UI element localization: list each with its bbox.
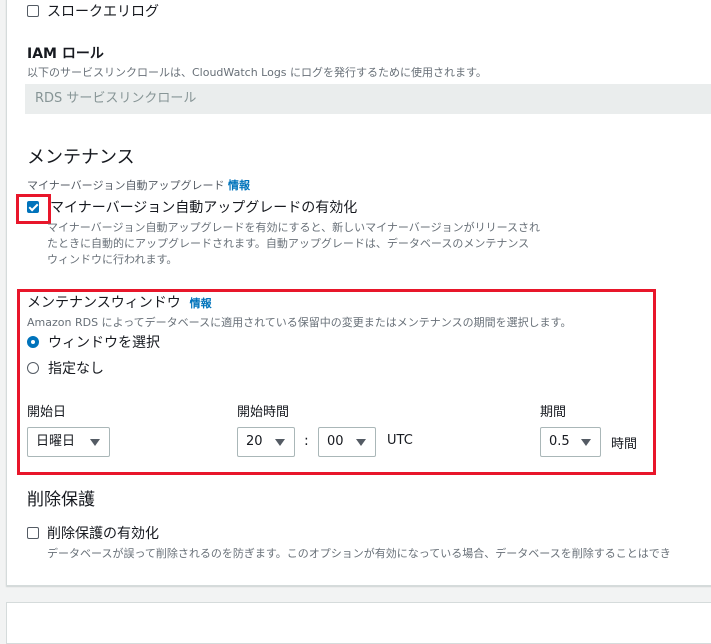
auto-upgrade-checkbox[interactable]: [27, 201, 39, 213]
duration-value: 0.5: [549, 434, 570, 449]
maintenance-window-title-text: メンテナンスウィンドウ: [27, 295, 181, 311]
maintenance-window-title: メンテナンスウィンドウ 情報: [27, 292, 212, 312]
time-separator: :: [304, 433, 309, 449]
slow-query-log-label: スロークエリログ: [47, 4, 159, 20]
chevron-down-icon: [356, 439, 366, 446]
start-minute-value: 00: [327, 434, 344, 449]
duration-select[interactable]: 0.5: [540, 427, 601, 457]
radio-select-window[interactable]: [27, 336, 39, 348]
deletion-protection-label: 削除保護の有効化: [47, 526, 159, 542]
radio-no-preference-label: 指定なし: [48, 361, 104, 377]
auto-upgrade-desc-1: マイナーバージョン自動アップグレードを有効にすると、新しいマイナーバージョンがリ…: [47, 221, 541, 234]
auto-upgrade-info-link[interactable]: 情報: [228, 179, 250, 192]
slow-query-log-checkbox[interactable]: [27, 5, 39, 17]
maintenance-window-info-link[interactable]: 情報: [190, 297, 212, 310]
start-hour-select[interactable]: 20: [237, 427, 295, 457]
start-day-label: 開始日: [27, 405, 67, 420]
auto-upgrade-desc-3: ウィンドウに行われます。: [47, 253, 178, 266]
maintenance-window-description: Amazon RDS によってデータベースに適用されている保留中の変更またはメン…: [27, 316, 572, 329]
deletion-protection-description: データベースが誤って削除されるのを防ぎます。このオプションが有効になっている場合…: [47, 547, 671, 560]
iam-role-title: IAM ロール: [27, 46, 104, 62]
chevron-down-icon: [581, 439, 591, 446]
auto-upgrade-checkbox-label: マイナーバージョン自動アップグレードの有効化: [50, 200, 358, 216]
auto-upgrade-caption: マイナーバージョン自動アップグレード 情報: [27, 177, 250, 193]
start-day-value: 日曜日: [36, 434, 76, 449]
deletion-protection-checkbox[interactable]: [27, 527, 39, 539]
start-hour-value: 20: [246, 434, 263, 449]
radio-no-preference[interactable]: [27, 362, 39, 374]
start-day-select[interactable]: 日曜日: [27, 427, 110, 457]
iam-role-field: RDS サービスリンクロール: [25, 84, 711, 114]
duration-unit: 時間: [611, 437, 638, 452]
deletion-protection-title: 削除保護: [27, 490, 95, 510]
start-minute-select[interactable]: 00: [318, 427, 376, 457]
start-time-label: 開始時間: [237, 405, 290, 420]
auto-upgrade-desc-2: たときに自動的にアップグレードされます。自動アップグレードは、データベースのメン…: [47, 237, 530, 250]
auto-upgrade-caption-text: マイナーバージョン自動アップグレード: [27, 179, 225, 192]
timezone-label: UTC: [387, 433, 413, 448]
iam-role-description: 以下のサービスリンクロールは、CloudWatch Logs にログを発行するた…: [27, 66, 487, 79]
chevron-down-icon: [275, 439, 285, 446]
chevron-down-icon: [90, 439, 100, 446]
duration-label: 期間: [540, 405, 567, 420]
maintenance-section-title: メンテナンス: [27, 147, 135, 168]
radio-select-window-label: ウィンドウを選択: [48, 335, 160, 351]
next-panel: [6, 602, 711, 644]
